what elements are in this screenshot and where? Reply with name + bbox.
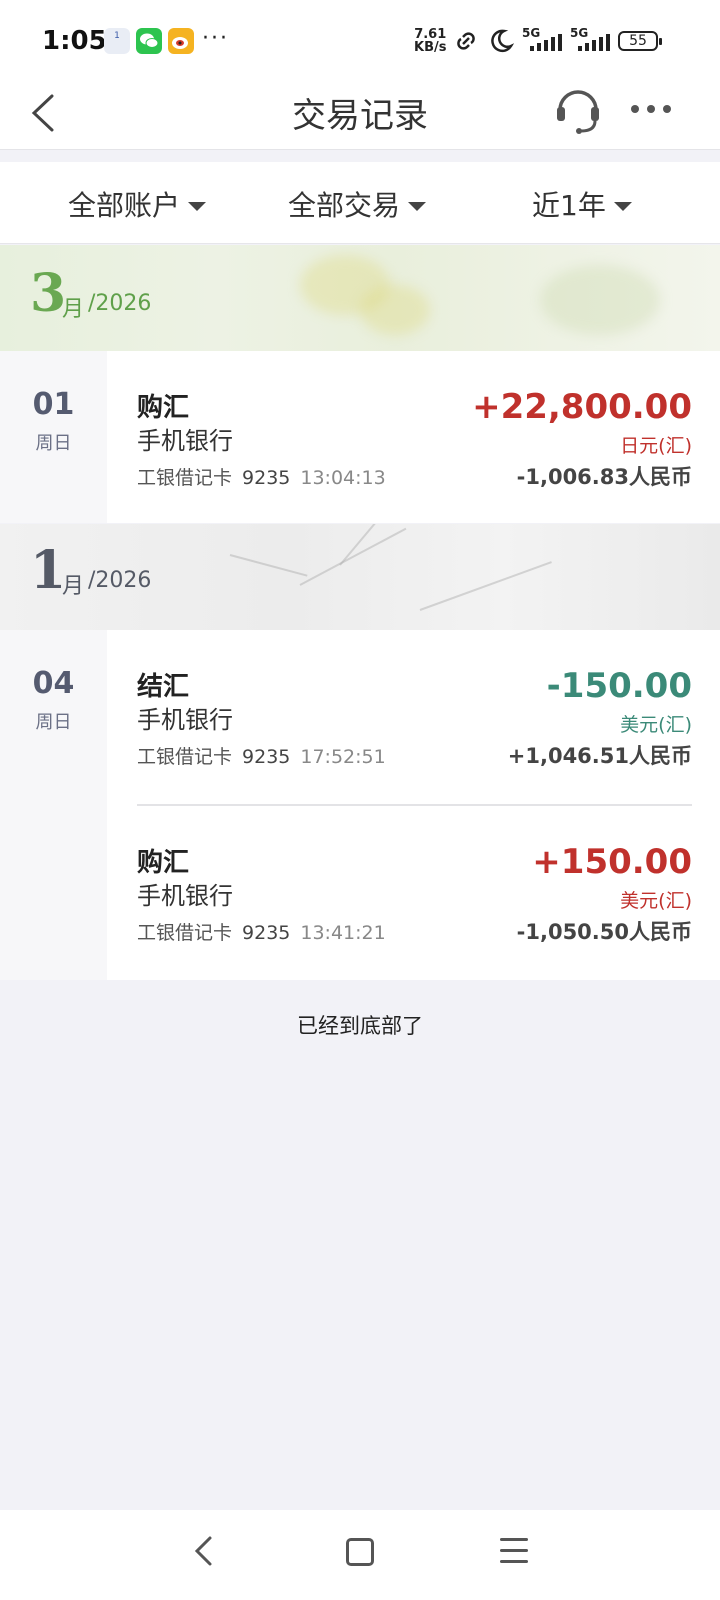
system-nav-bar (0, 1510, 720, 1600)
transaction-row[interactable]: 购汇 手机银行 工银借记卡 9235 13:41:21 +150.00 美元(汇) … (107, 806, 720, 978)
weibo-icon (168, 28, 194, 54)
net-speed-unit: KB/s (414, 40, 447, 55)
month-number: 1 (30, 540, 67, 601)
day-number: 04 (32, 666, 75, 701)
filter-bar: 全部账户 全部交易 近1年 (0, 162, 720, 244)
month-unit: 月 (62, 297, 85, 322)
more-button[interactable] (626, 94, 676, 124)
transaction-type: 购汇 (137, 848, 190, 878)
period-filter-label: 近1年 (532, 189, 606, 222)
card-name: 工银借记卡 (137, 467, 233, 489)
more-notifications-icon: ··· (202, 26, 229, 51)
transaction-time: 17:52:51 (300, 746, 386, 768)
account-filter[interactable]: 全部账户 (68, 184, 207, 224)
transaction-type: 购汇 (137, 393, 190, 423)
weekday: 周日 (35, 712, 72, 733)
banner-decoration (360, 285, 430, 335)
card-name: 工银借记卡 (137, 922, 233, 944)
weekday: 周日 (35, 433, 72, 454)
link-icon (452, 30, 480, 56)
nav-menu-icon (500, 1549, 528, 1552)
card-number: 9235 (242, 467, 291, 489)
banner-decoration (299, 527, 407, 586)
transaction-channel: 手机银行 (137, 706, 233, 734)
caret-down-icon (408, 201, 427, 211)
type-filter-label: 全部交易 (288, 189, 401, 222)
transaction-channel: 手机银行 (137, 427, 233, 455)
day-column: 04 周日 (0, 630, 107, 980)
transaction-row[interactable]: 购汇 手机银行 工银借记卡 9235 13:04:13 +22,800.00 日元(… (107, 351, 720, 523)
transaction-amount: -150.00 (546, 666, 692, 706)
wechat-icon (136, 28, 162, 54)
nav-menu-button[interactable] (500, 1538, 528, 1571)
month-unit: 月 (62, 574, 85, 599)
calendar-icon: 1 (104, 28, 130, 54)
nav-menu-icon (500, 1560, 528, 1563)
transaction-channel: 手机银行 (137, 882, 233, 910)
day-number: 01 (32, 387, 75, 422)
transaction-rmb-amount: +1,046.51人民币 (507, 744, 692, 768)
moon-icon (488, 28, 515, 58)
calendar-day: 1 (114, 31, 120, 41)
nav-back-button[interactable] (192, 1534, 216, 1572)
transaction-amount: +22,800.00 (472, 387, 692, 427)
transaction-amount: +150.00 (532, 842, 692, 882)
caret-down-icon (613, 201, 632, 211)
day-group: 04 周日 结汇 手机银行 工银借记卡 9235 17:52:51 -150.00 … (0, 630, 720, 980)
month-number: 3 (30, 263, 67, 324)
card-name: 工银借记卡 (137, 746, 233, 768)
nav-back-icon (194, 1536, 212, 1566)
period-filter[interactable]: 近1年 (532, 184, 632, 224)
transaction-time: 13:41:21 (300, 922, 386, 944)
transaction-currency: 美元(汇) (620, 890, 692, 912)
card-number: 9235 (242, 746, 291, 768)
transaction-card: 工银借记卡 9235 13:41:21 (137, 918, 386, 945)
signal-icon (578, 34, 610, 51)
signal-icon (530, 34, 562, 51)
month-banner-march: 3 月 /2026 (0, 245, 720, 351)
spacer (0, 150, 720, 162)
card-number: 9235 (242, 922, 291, 944)
status-bar: 1:05 1 ··· 7.61 KB/s 5G 5G 55 (0, 0, 720, 84)
nav-home-button[interactable] (346, 1538, 374, 1566)
battery-icon: 55 (618, 31, 662, 51)
day-group: 01 周日 购汇 手机银行 工银借记卡 9235 13:04:13 +22,800.… (0, 351, 720, 523)
nav-menu-icon (500, 1538, 528, 1541)
caret-down-icon (188, 201, 207, 211)
day-column: 01 周日 (0, 351, 107, 523)
transaction-rmb-amount: -1,006.83人民币 (516, 465, 692, 489)
account-filter-label: 全部账户 (68, 189, 181, 222)
month-banner-january: 1 月 /2026 (0, 524, 720, 630)
type-filter[interactable]: 全部交易 (288, 184, 427, 224)
transaction-rmb-amount: -1,050.50人民币 (516, 920, 692, 944)
transaction-currency: 美元(汇) (620, 714, 692, 736)
battery-level: 55 (629, 33, 647, 49)
transaction-type: 结汇 (137, 672, 190, 702)
transaction-row[interactable]: 结汇 手机银行 工银借记卡 9235 17:52:51 -150.00 美元(汇) … (107, 630, 720, 802)
customer-service-button[interactable] (552, 84, 604, 136)
banner-decoration (540, 265, 660, 335)
transaction-time: 13:04:13 (300, 467, 386, 489)
page-title: 交易记录 (292, 96, 428, 136)
banner-decoration (419, 561, 552, 611)
banner-decoration (229, 554, 308, 577)
transaction-currency: 日元(汇) (620, 435, 692, 457)
transaction-card: 工银借记卡 9235 17:52:51 (137, 742, 386, 769)
month-year: /2026 (88, 568, 152, 593)
title-bar: 交易记录 (0, 84, 720, 150)
end-of-list-note: 已经到底部了 (297, 1014, 423, 1038)
more-icon (631, 105, 671, 113)
status-time: 1:05 (42, 26, 107, 56)
month-year: /2026 (88, 291, 152, 316)
transaction-card: 工银借记卡 9235 13:04:13 (137, 463, 386, 490)
net-speed: 7.61 KB/s (414, 28, 446, 54)
headset-icon (557, 90, 599, 134)
